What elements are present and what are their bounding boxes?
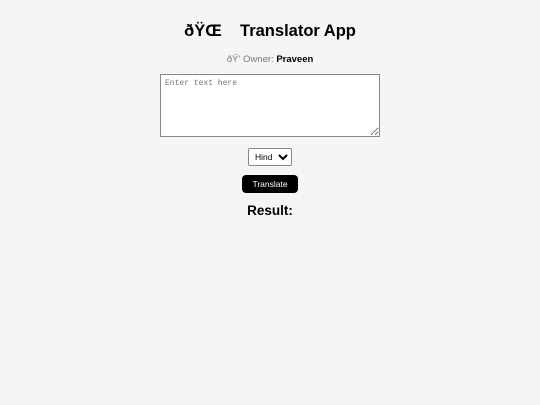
owner-line: ðŸ‘ Owner: Praveen — [0, 54, 540, 65]
result-heading: Result: — [247, 203, 293, 218]
owner-name: Praveen — [276, 54, 314, 65]
translate-button[interactable]: Translate — [242, 175, 298, 193]
text-input[interactable] — [160, 74, 380, 137]
translator-app: ðŸŒ Translator App ðŸ‘ Owner: Praveen Hi… — [0, 0, 540, 405]
language-select[interactable]: Hindi — [248, 148, 292, 166]
owner-label: ðŸ‘ Owner: — [226, 54, 277, 65]
page-title: ðŸŒ Translator App — [184, 22, 356, 40]
